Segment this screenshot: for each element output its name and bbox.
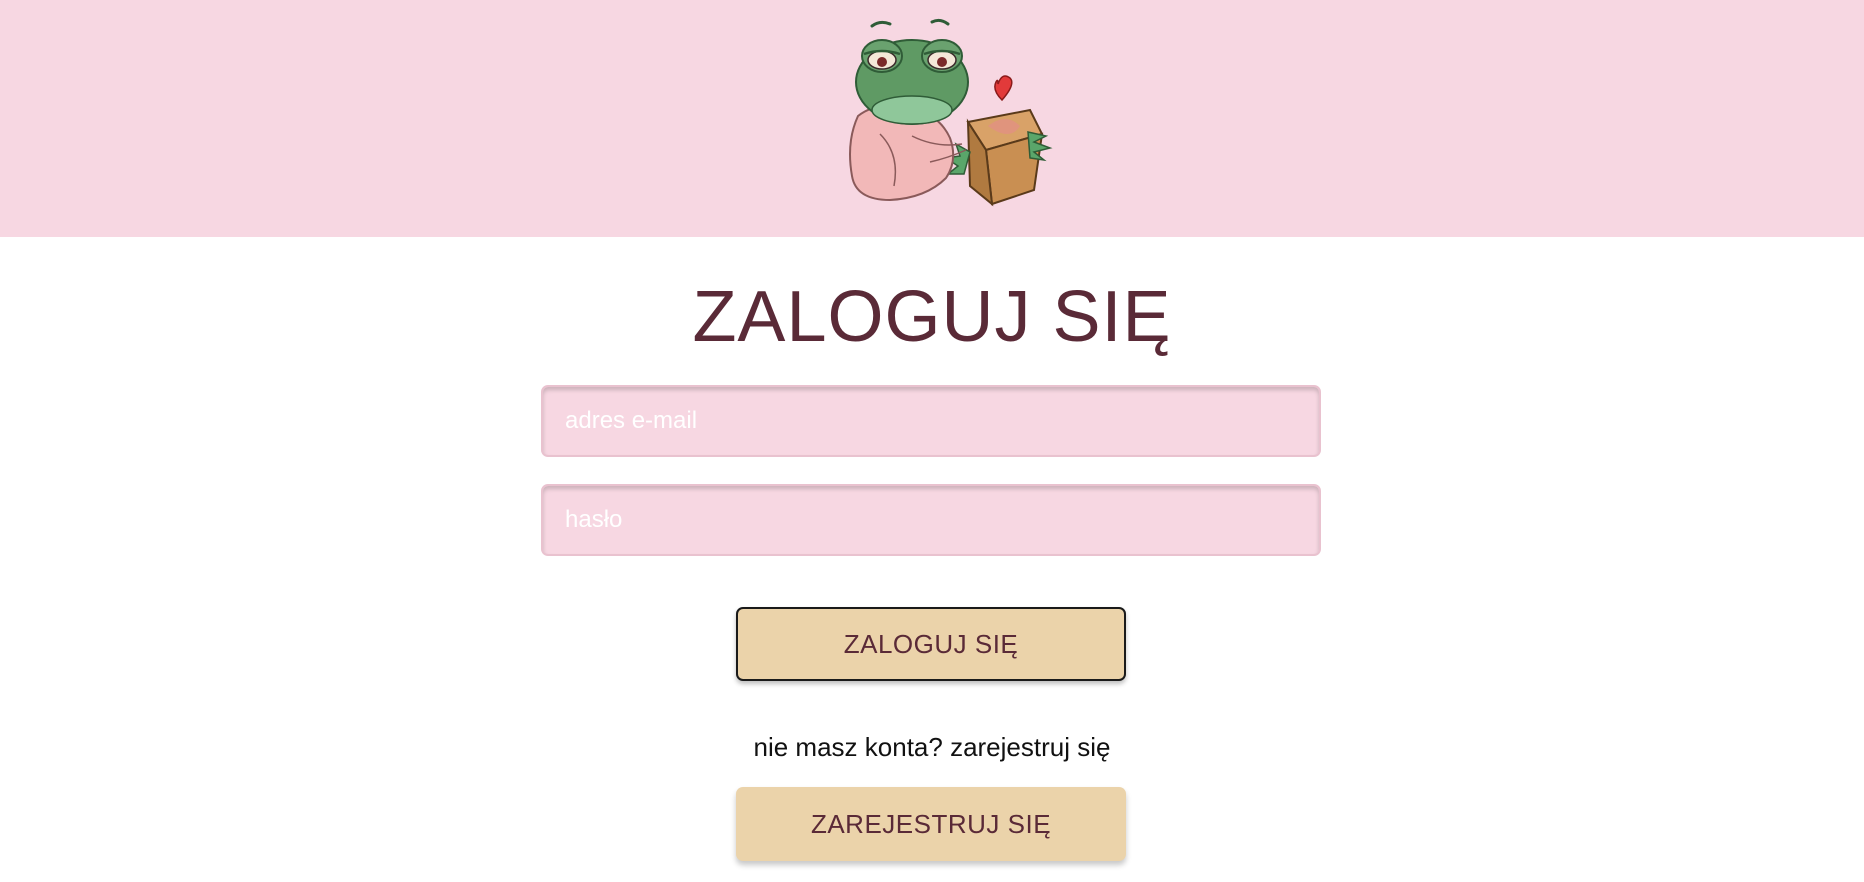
box-illustration [943, 108, 1053, 207]
register-button[interactable]: ZAREJESTRUJ SIĘ [736, 787, 1126, 861]
page-title: ZALOGUJ SIĘ [692, 277, 1172, 357]
frog-mascot-illustration [849, 18, 1053, 207]
login-button[interactable]: ZALOGUJ SIĘ [736, 607, 1126, 681]
header-banner [0, 0, 1864, 237]
email-field[interactable] [541, 385, 1321, 457]
register-prompt: nie masz konta? zarejestruj się [753, 732, 1111, 762]
heart-icon [994, 75, 1013, 102]
password-field[interactable] [541, 484, 1321, 556]
login-form: ZALOGUJ SIĘ ZALOGUJ SIĘ nie masz konta? … [0, 237, 1864, 882]
